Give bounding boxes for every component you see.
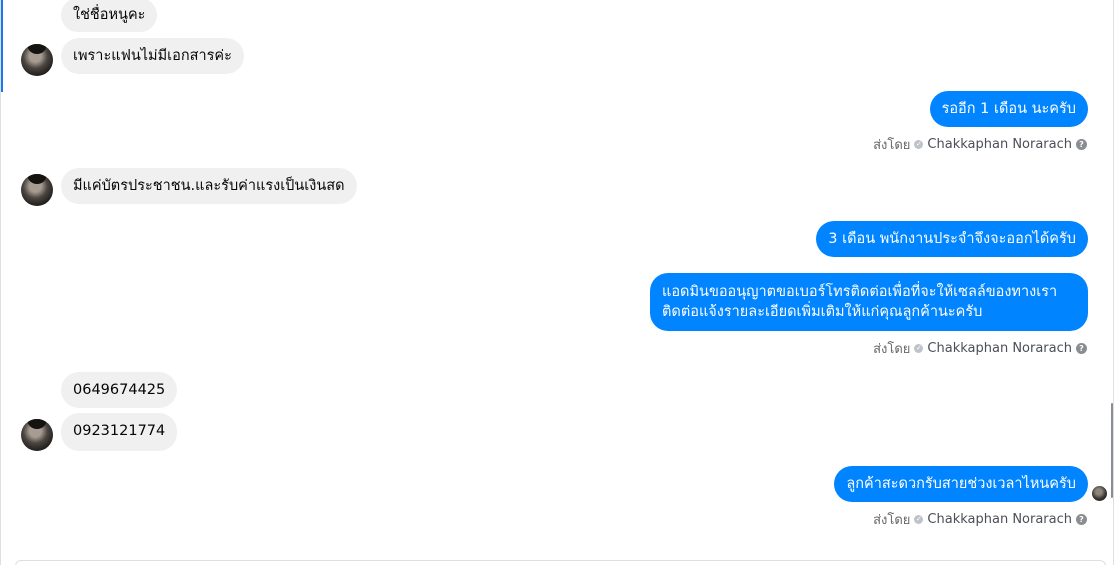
- sent-by-line: ส่งโดย ✓ Chakkaphan Norarach ?: [873, 511, 1087, 528]
- sent-by-label: ส่งโดย: [873, 512, 911, 528]
- sent-by-label: ส่งโดย: [873, 137, 911, 153]
- sender-avatar[interactable]: [21, 419, 53, 451]
- seen-avatar: [1092, 486, 1107, 501]
- verified-check-icon: ✓: [914, 343, 924, 353]
- help-icon[interactable]: ?: [1076, 513, 1087, 525]
- message-bubble-outgoing[interactable]: ลูกค้าสะดวกรับสายช่วงเวลาไหนครับ: [834, 466, 1088, 502]
- sender-avatar[interactable]: [21, 44, 53, 76]
- message-bubble-outgoing[interactable]: แอดมินขออนุญาตขอเบอร์โทรติดต่อเพื่อที่จะ…: [650, 273, 1088, 331]
- sender-name[interactable]: Chakkaphan Norarach: [927, 341, 1072, 356]
- message-bubble-incoming[interactable]: มีแค่บัตรประชาชน.และรับค่าแรงเป็นเงินสด: [61, 168, 357, 204]
- message-bubble-incoming[interactable]: เพราะแฟนไม่มีเอกสารค่ะ: [61, 38, 244, 74]
- message-bubble-incoming[interactable]: ใช่ชื่อหนูคะ: [61, 0, 158, 32]
- message-bubble-incoming[interactable]: 0649674425: [61, 372, 178, 408]
- verified-check-icon: ✓: [914, 514, 924, 524]
- sender-name[interactable]: Chakkaphan Norarach: [927, 512, 1072, 527]
- message-bubble-outgoing[interactable]: 3 เดือน พนักงานประจำจึงจะออกได้ครับ: [816, 221, 1088, 257]
- thread-accent-bar: [1, 0, 3, 92]
- sent-by-line: ส่งโดย ✓ Chakkaphan Norarach ?: [873, 136, 1087, 153]
- help-icon[interactable]: ?: [1076, 138, 1087, 150]
- help-icon[interactable]: ?: [1076, 342, 1087, 354]
- sender-avatar[interactable]: [21, 174, 53, 206]
- verified-check-icon: ✓: [914, 139, 924, 149]
- message-composer[interactable]: [15, 560, 1106, 565]
- sender-name[interactable]: Chakkaphan Norarach: [927, 137, 1072, 152]
- sent-by-line: ส่งโดย ✓ Chakkaphan Norarach ?: [873, 340, 1087, 357]
- scrollbar-thumb[interactable]: [1111, 403, 1113, 498]
- sent-by-label: ส่งโดย: [873, 341, 911, 357]
- message-bubble-outgoing[interactable]: รออีก 1 เดือน นะครับ: [929, 91, 1088, 127]
- chat-thread: ใช่ชื่อหนูคะ เพราะแฟนไม่มีเอกสารค่ะ รออี…: [0, 0, 1114, 565]
- message-bubble-incoming[interactable]: 0923121774: [61, 413, 178, 451]
